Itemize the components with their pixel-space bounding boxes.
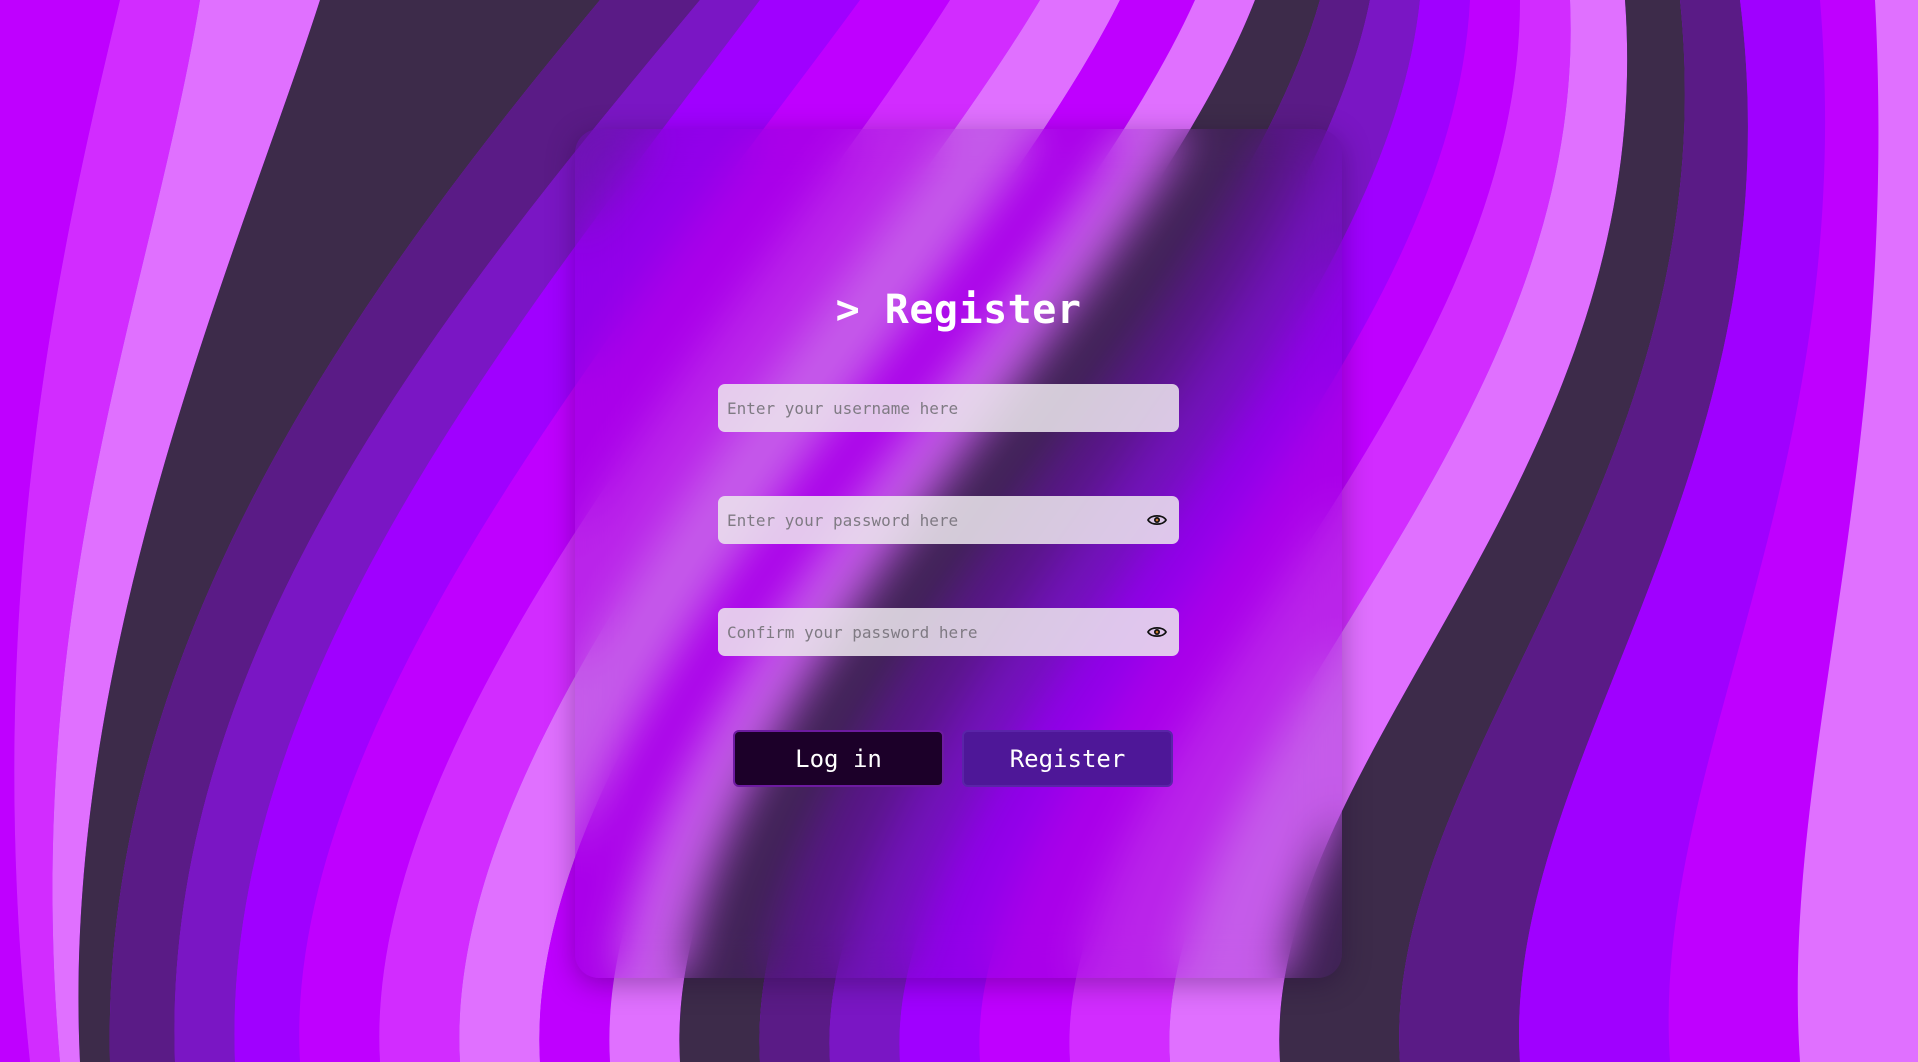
confirm-password-field: [718, 608, 1179, 656]
confirm-password-input[interactable]: [727, 608, 1146, 656]
password-input[interactable]: [727, 496, 1146, 544]
username-field: [718, 384, 1179, 432]
username-input[interactable]: [727, 384, 1170, 432]
eye-icon[interactable]: [1146, 621, 1168, 643]
login-button[interactable]: Log in: [733, 730, 944, 787]
eye-icon[interactable]: [1146, 509, 1168, 531]
password-field: [718, 496, 1179, 544]
card-tint: [575, 129, 1342, 978]
register-button[interactable]: Register: [962, 730, 1173, 787]
register-card: > Register Log in Register: [575, 129, 1342, 978]
page-title: > Register: [835, 287, 1082, 333]
